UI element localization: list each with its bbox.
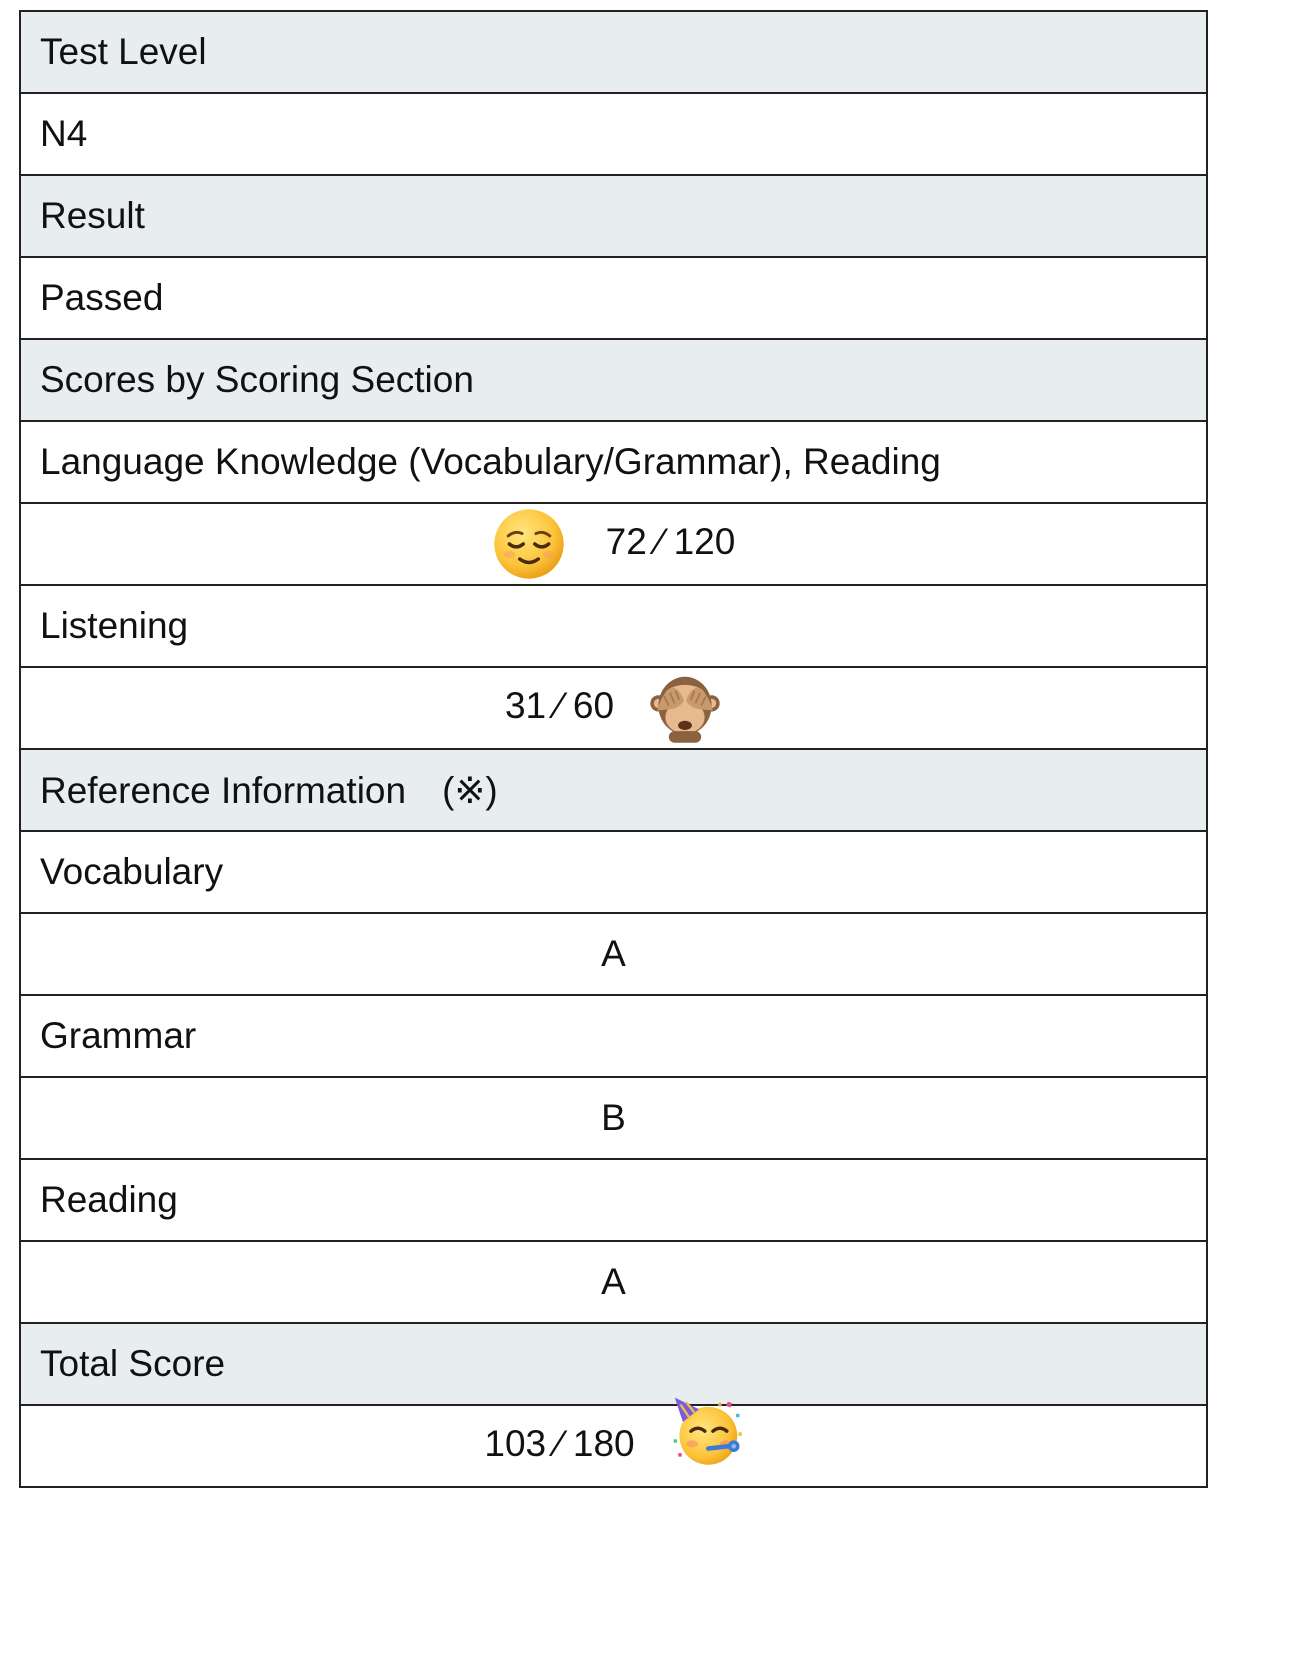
- language-score-row: 72 ⁄ 120: [19, 502, 1208, 586]
- partying-face-icon: [669, 1393, 743, 1467]
- listening-label: Listening: [19, 584, 1208, 668]
- reference-header-row: Reference Information (※): [19, 748, 1208, 832]
- total-score-row: 103 ⁄ 180: [19, 1397, 1208, 1488]
- result-label: Result: [19, 174, 1208, 258]
- listening-score: 31 ⁄ 60: [504, 684, 615, 726]
- language-score: 72 ⁄ 120: [605, 520, 736, 562]
- grammar-grade-row: B: [19, 1076, 1208, 1160]
- test-level-label: Test Level: [19, 10, 1208, 94]
- vocabulary-label-row: Vocabulary: [19, 830, 1208, 914]
- listening-score-cell: 31 ⁄ 60: [19, 666, 1208, 750]
- relieved-face-icon: [492, 507, 566, 581]
- jlpt-results-table: Test Level N4 Result Passed Scores by Sc…: [19, 10, 1208, 1488]
- see-no-evil-monkey-icon: [648, 671, 722, 745]
- reference-information-label: Reference Information: [40, 769, 407, 811]
- grammar-label: Grammar: [19, 994, 1208, 1078]
- reading-label-row: Reading: [19, 1158, 1208, 1242]
- total-score-cell: 103 ⁄ 180: [19, 1397, 1208, 1488]
- result-value: Passed: [19, 256, 1208, 340]
- vocabulary-label: Vocabulary: [19, 830, 1208, 914]
- reference-header-cell: Reference Information (※): [19, 748, 1208, 832]
- reference-note-mark: (※): [442, 769, 498, 811]
- reading-grade: A: [19, 1240, 1208, 1324]
- language-score-cell: 72 ⁄ 120: [19, 502, 1208, 586]
- test-level-value-row: N4: [19, 92, 1208, 176]
- grammar-label-row: Grammar: [19, 994, 1208, 1078]
- result-header-row: Result: [19, 174, 1208, 258]
- vocabulary-grade-row: A: [19, 912, 1208, 996]
- grammar-grade: B: [19, 1076, 1208, 1160]
- listening-score-row: 31 ⁄ 60: [19, 666, 1208, 750]
- total-score-label: Total Score: [19, 1322, 1208, 1406]
- result-value-row: Passed: [19, 256, 1208, 340]
- test-level-value: N4: [19, 92, 1208, 176]
- test-level-header-row: Test Level: [19, 10, 1208, 94]
- reading-label: Reading: [19, 1158, 1208, 1242]
- total-score: 103 ⁄ 180: [484, 1422, 635, 1464]
- scores-header-row: Scores by Scoring Section: [19, 338, 1208, 422]
- listening-label-row: Listening: [19, 584, 1208, 668]
- total-header-row: Total Score: [19, 1322, 1208, 1406]
- language-knowledge-label: Language Knowledge (Vocabulary/Grammar),…: [19, 420, 1208, 504]
- scores-section-label: Scores by Scoring Section: [19, 338, 1208, 422]
- language-label-row: Language Knowledge (Vocabulary/Grammar),…: [19, 420, 1208, 504]
- vocabulary-grade: A: [19, 912, 1208, 996]
- reading-grade-row: A: [19, 1240, 1208, 1324]
